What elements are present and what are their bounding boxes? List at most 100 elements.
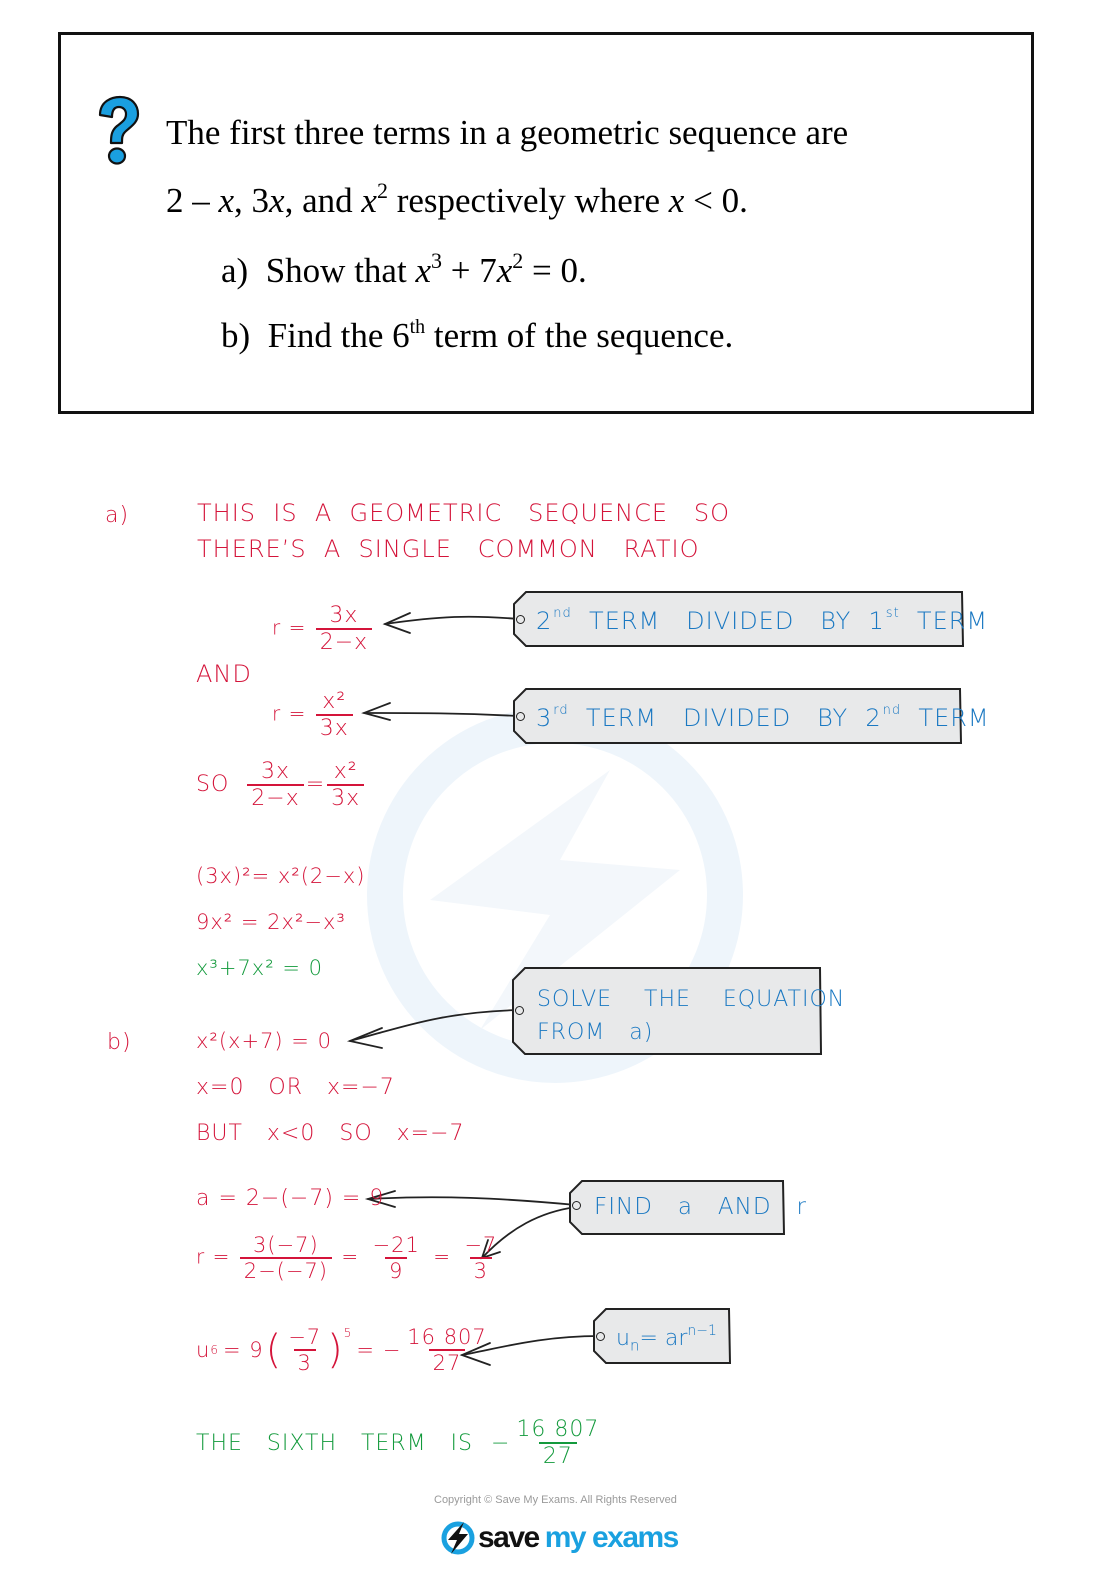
r-value: r = 3(−7) 2−(−7) = −21 9 = −7 3 <box>196 1234 503 1282</box>
logo-word-myexams: my exams <box>544 1521 680 1554</box>
base-fraction: −7 3 <box>284 1326 325 1374</box>
open-paren: ( <box>265 1327 283 1374</box>
var-x: x <box>415 251 431 290</box>
numerator: x² <box>333 759 358 784</box>
exponent: 2 <box>376 178 388 203</box>
part-b-label: b) <box>221 316 251 355</box>
ordinal: nd <box>882 703 902 718</box>
equals: = <box>433 1244 451 1269</box>
exponent: 2 <box>512 248 524 273</box>
final-fraction: 16 807 27 <box>512 1418 603 1468</box>
close-paren: ) <box>327 1327 344 1374</box>
exponent: 5 <box>343 1326 353 1340</box>
var-x: x <box>269 181 285 220</box>
step-1: (3x)²= x²(2−x) <box>196 864 366 888</box>
minus-sign: − <box>491 1430 511 1456</box>
fraction-right: x² 3x <box>327 759 365 810</box>
part-a-label: a) <box>221 251 249 290</box>
result-part-a: x³+7x² = 0 <box>196 956 323 980</box>
var-x: x <box>668 181 685 220</box>
denominator: 27 <box>538 1442 577 1468</box>
text: < 0. <box>684 181 748 220</box>
numerator: 16 807 <box>516 1417 600 1442</box>
and-label: AND <box>196 660 252 688</box>
text: + 7 <box>441 251 497 290</box>
callout-text: 2nd TERM DIVIDED BY 1st TERM <box>536 607 988 635</box>
numerator: 16 807 <box>407 1325 487 1349</box>
callout-text: 3rd TERM DIVIDED BY 2nd TERM <box>536 704 990 732</box>
r-label: r = <box>272 701 307 726</box>
text: TERM <box>901 704 990 732</box>
text: 2 – <box>166 181 219 220</box>
arrow-4 <box>367 1196 577 1206</box>
numerator: 3x <box>260 759 291 784</box>
fraction: 3x 2−x <box>315 603 373 654</box>
question-box <box>58 32 1034 414</box>
callout-text: FIND a AND r <box>594 1194 807 1220</box>
numerator: −21 <box>372 1233 420 1257</box>
question-mark-icon <box>98 95 140 165</box>
denominator: 2−(−7) <box>239 1257 333 1282</box>
lightning-bolt-icon <box>441 1521 475 1555</box>
text: = ar <box>639 1326 688 1351</box>
denominator: 2−x <box>315 628 373 654</box>
result-fraction: 16 807 27 <box>403 1326 490 1374</box>
ordinal: rd <box>553 703 569 718</box>
fraction: x² 3x <box>315 689 353 740</box>
tag-hole-icon <box>516 615 525 624</box>
callout-line-2: FROM a) <box>537 1020 654 1045</box>
ordinal: nd <box>553 606 572 621</box>
text: TERM <box>899 607 989 635</box>
final-text: THE SIXTH TERM IS <box>196 1430 473 1456</box>
text: term of the sequence. <box>425 316 734 355</box>
denominator: 2−x <box>247 784 304 810</box>
fraction-left: 3x 2−x <box>247 759 304 810</box>
callout-third-over-second: 3rd TERM DIVIDED BY 2nd TERM <box>510 687 989 745</box>
so-label: SO <box>196 772 230 798</box>
text: Show that <box>265 251 416 290</box>
numerator: 3x <box>329 603 359 628</box>
callout-nth-term-formula: un= arn−1 <box>590 1307 732 1365</box>
denominator: 9 <box>384 1257 408 1282</box>
step-2: 9x² = 2x²−x³ <box>196 910 346 934</box>
var-x: x <box>361 181 377 220</box>
text: , and <box>284 181 362 220</box>
text: Find the 6 <box>267 316 410 355</box>
var-x: x <box>218 181 235 220</box>
u-label: u <box>196 1338 211 1363</box>
callout-find-a-and-r: FIND a AND r <box>566 1179 806 1236</box>
denominator: 27 <box>428 1349 466 1374</box>
callout-line-1: SOLVE THE EQUATION <box>537 987 846 1012</box>
question-part-a: a) Show that x3 + 7x2 = 0. <box>221 250 587 290</box>
text: 2 <box>536 607 553 635</box>
solution-part-a-label: a) <box>105 503 130 528</box>
tag-hole-icon <box>572 1201 581 1210</box>
numerator: x² <box>322 689 347 714</box>
intro-line-2: THERE’S A SINGLE COMMON RATIO <box>197 535 700 563</box>
equals: = <box>341 1244 360 1269</box>
copyright-notice: Copyright © Save My Exams. All Rights Re… <box>434 1494 677 1506</box>
solution-part-b-label: b) <box>107 1030 132 1055</box>
fraction-2: −21 9 <box>369 1234 424 1282</box>
equate-ratios: SO 3x 2−x = x² 3x <box>196 760 366 810</box>
fraction-1: 3(−7) 2−(−7) <box>239 1233 333 1282</box>
b-step-3: BUT x<0 SO x=−7 <box>196 1121 465 1146</box>
tag-hole-icon <box>596 1332 605 1341</box>
logo-word-save: save <box>478 1521 540 1554</box>
ratio-1-equation: r = 3x 2−x <box>272 604 374 654</box>
question-line-2: 2 – x, 3x, and x2 respectively where x <… <box>166 180 748 220</box>
numerator: 3(−7) <box>253 1233 319 1257</box>
denominator: 3x <box>315 714 353 740</box>
final-answer: THE SIXTH TERM IS − 16 807 27 <box>196 1418 605 1468</box>
numerator: −7 <box>464 1233 498 1257</box>
denominator: 3 <box>293 1349 316 1374</box>
ratio-2-equation: r = x² 3x <box>272 690 355 740</box>
equals: = <box>305 772 326 798</box>
b-step-2: x=0 OR x=−7 <box>196 1075 395 1100</box>
r-label: r = <box>196 1244 231 1269</box>
ordinal: st <box>885 606 900 621</box>
subscript: 6 <box>210 1343 219 1358</box>
denominator: 3 <box>469 1257 492 1282</box>
arrow-1 <box>384 615 520 625</box>
u6-equation: u6 = 9 (−7 3) 5 = − 16 807 27 <box>196 1326 493 1374</box>
